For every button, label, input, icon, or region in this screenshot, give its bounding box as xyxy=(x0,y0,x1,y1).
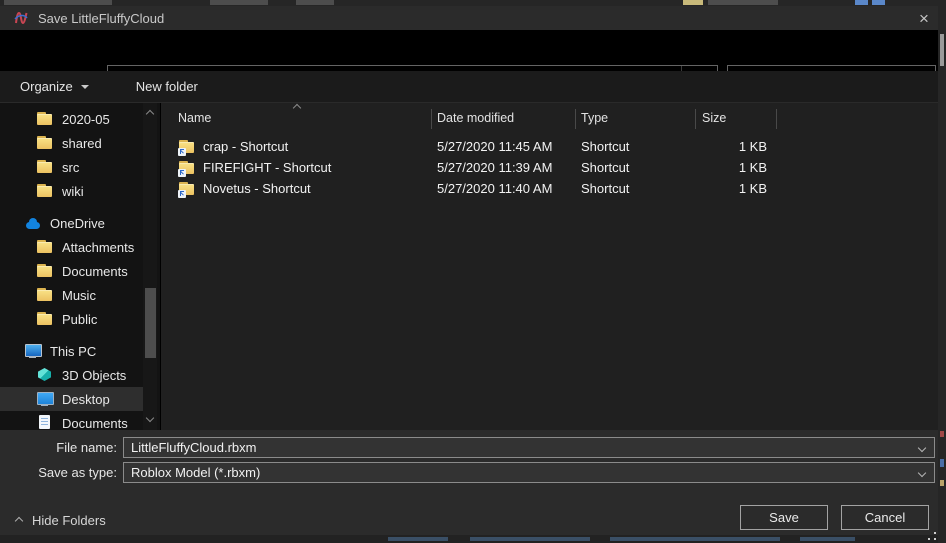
file-date-modified: 5/27/2020 11:40 AM xyxy=(431,181,575,196)
hide-folders-label: Hide Folders xyxy=(32,513,106,528)
column-header-date-modified[interactable]: Date modified xyxy=(437,111,514,125)
column-header-name[interactable]: Name xyxy=(178,111,211,125)
sidebar-item-label: src xyxy=(62,160,79,175)
shortcut-arrow-overlay-icon xyxy=(178,148,186,156)
save-button[interactable]: Save xyxy=(740,505,828,530)
file-size: 1 KB xyxy=(695,160,776,175)
sidebar-item-label: Music xyxy=(62,288,96,303)
folder-shortcut-icon xyxy=(178,160,196,176)
sidebar-item-label: OneDrive xyxy=(50,216,105,231)
sidebar-item-2020-05[interactable]: 2020-05 xyxy=(0,107,143,131)
sidebar-item-label: Documents xyxy=(62,416,128,431)
column-header-size[interactable]: Size xyxy=(702,111,726,125)
file-name-label: File name: xyxy=(0,437,117,458)
hide-folders-button[interactable]: Hide Folders xyxy=(16,513,106,528)
sidebar-item-music[interactable]: Music xyxy=(0,283,143,307)
sidebar-item-label: Public xyxy=(62,312,97,327)
dialog-titlebar: Save LittleFluffyCloud × xyxy=(0,6,946,30)
file-list-pane: Name Date modified Type Size crap - Shor… xyxy=(161,103,937,430)
command-toolbar: Organize New folder ? xyxy=(0,71,946,103)
document-icon xyxy=(36,415,54,430)
sidebar-item-label: Documents xyxy=(62,264,128,279)
sidebar-item-documents[interactable]: Documents xyxy=(0,411,143,430)
sidebar-item-3d-objects[interactable]: 3D Objects xyxy=(0,363,143,387)
navigation-bar: ← → ↑ This PC Desktop ↻ xyxy=(0,30,946,71)
sidebar-item-label: This PC xyxy=(50,344,96,359)
chevron-up-icon xyxy=(15,516,23,524)
sidebar-item-label: Desktop xyxy=(62,392,110,407)
folder-shortcut-icon xyxy=(178,181,196,197)
cloud-icon xyxy=(24,215,42,231)
table-row[interactable]: FIREFIGHT - Shortcut 5/27/2020 11:39 AMSh… xyxy=(161,157,937,178)
sidebar-item-public[interactable]: Public xyxy=(0,307,143,331)
save-as-type-label: Save as type: xyxy=(0,462,117,483)
background-app-right-fragment xyxy=(938,6,946,543)
table-row[interactable]: Novetus - Shortcut 5/27/2020 11:40 AMShor… xyxy=(161,178,937,199)
chevron-down-icon xyxy=(918,443,926,451)
sidebar-item-label: 3D Objects xyxy=(62,368,126,383)
file-type: Shortcut xyxy=(575,181,695,196)
folder-icon xyxy=(36,287,54,303)
caret-down-icon xyxy=(81,85,89,89)
file-name: Novetus - Shortcut xyxy=(203,181,311,196)
folder-icon xyxy=(36,183,54,199)
cube-icon xyxy=(36,367,54,383)
sidebar-item-attachments[interactable]: Attachments xyxy=(0,235,143,259)
list-header-row: Name Date modified Type Size xyxy=(161,103,937,132)
sidebar-item-this-pc[interactable]: This PC xyxy=(0,339,143,363)
file-size: 1 KB xyxy=(695,181,776,196)
folder-icon xyxy=(36,311,54,327)
dialog-title: Save LittleFluffyCloud xyxy=(38,11,164,26)
sidebar-item-label: wiki xyxy=(62,184,84,199)
sidebar-item-shared[interactable]: shared xyxy=(0,131,143,155)
pc-icon xyxy=(24,343,42,359)
table-row[interactable]: crap - Shortcut 5/27/2020 11:45 AMShortcu… xyxy=(161,136,937,157)
sidebar-item-onedrive[interactable]: OneDrive xyxy=(0,211,143,235)
file-name: crap - Shortcut xyxy=(203,139,288,154)
folder-icon xyxy=(36,239,54,255)
cancel-button[interactable]: Cancel xyxy=(841,505,929,530)
folder-tree-sidebar: 2020-05 shared src wiki OneDrive Attachments D… xyxy=(0,103,160,430)
file-date-modified: 5/27/2020 11:39 AM xyxy=(431,160,575,175)
folder-icon xyxy=(36,159,54,175)
background-app-bottom-fragment xyxy=(0,535,946,543)
file-name-input[interactable] xyxy=(124,440,919,455)
close-icon: × xyxy=(919,10,929,27)
save-controls-panel: File name: Save as type: Roblox Model (*… xyxy=(0,430,946,535)
sidebar-item-documents[interactable]: Documents xyxy=(0,259,143,283)
new-folder-button[interactable]: New folder xyxy=(136,79,198,94)
sidebar-item-label: Attachments xyxy=(62,240,134,255)
sort-ascending-icon xyxy=(293,104,301,112)
sidebar-item-desktop[interactable]: Desktop xyxy=(0,387,143,411)
sidebar-item-src[interactable]: src xyxy=(0,155,143,179)
folder-icon xyxy=(36,135,54,151)
sidebar-item-label: shared xyxy=(62,136,102,151)
file-date-modified: 5/27/2020 11:45 AM xyxy=(431,139,575,154)
file-name: FIREFIGHT - Shortcut xyxy=(203,160,331,175)
save-as-type-value: Roblox Model (*.rbxm) xyxy=(124,465,919,480)
sidebar-scrollbar-thumb[interactable] xyxy=(145,288,156,358)
organize-label: Organize xyxy=(20,79,73,94)
file-size: 1 KB xyxy=(695,139,776,154)
column-header-type[interactable]: Type xyxy=(581,111,608,125)
chevron-down-icon xyxy=(918,468,926,476)
desktop-icon xyxy=(36,391,54,407)
file-type: Shortcut xyxy=(575,139,695,154)
new-folder-label: New folder xyxy=(136,79,198,94)
sidebar-item-label: 2020-05 xyxy=(62,112,110,127)
shortcut-arrow-overlay-icon xyxy=(178,190,186,198)
save-as-type-combo[interactable]: Roblox Model (*.rbxm) xyxy=(123,462,935,483)
folder-icon xyxy=(36,263,54,279)
folder-icon xyxy=(36,111,54,127)
file-name-combo[interactable] xyxy=(123,437,935,458)
organize-button[interactable]: Organize xyxy=(20,79,89,94)
shortcut-arrow-overlay-icon xyxy=(178,169,186,177)
file-list-body: crap - Shortcut5/27/2020 11:45 AMShortcu… xyxy=(161,136,937,199)
file-type: Shortcut xyxy=(575,160,695,175)
sidebar-scrollbar[interactable] xyxy=(143,103,157,430)
sidebar-item-wiki[interactable]: wiki xyxy=(0,179,143,203)
folder-shortcut-icon xyxy=(178,139,196,155)
novetus-icon xyxy=(13,10,29,26)
